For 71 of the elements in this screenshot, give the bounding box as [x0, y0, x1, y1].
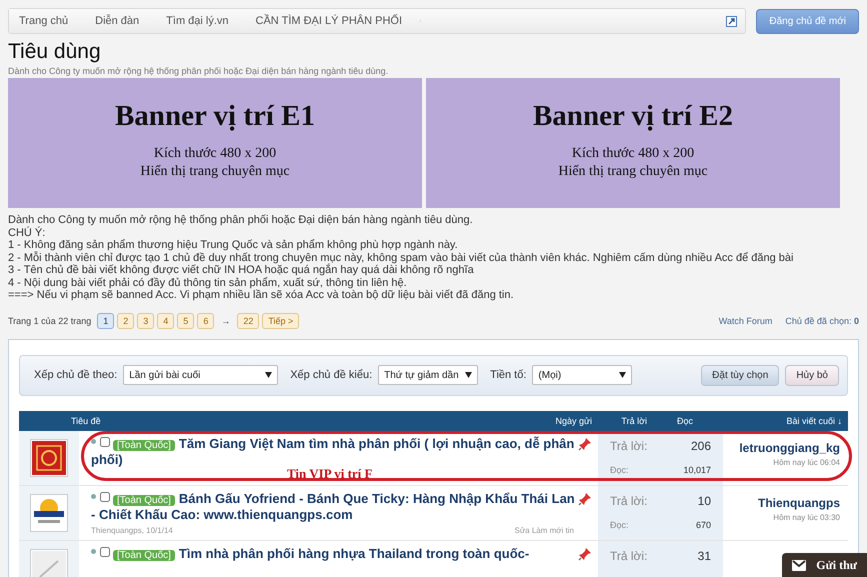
filter-label: Xếp chủ đề kiểu: [290, 369, 372, 381]
page-link[interactable]: 1 [97, 312, 114, 328]
logo-icon [30, 438, 68, 476]
send-mail-button[interactable]: Gửi thư [782, 553, 867, 577]
page-link[interactable]: 6 [197, 312, 214, 328]
logo-icon [30, 494, 68, 532]
replies-label: Trả lời: [610, 438, 648, 452]
filter-dropdown[interactable]: (Mọi) [532, 365, 632, 385]
column-header[interactable]: Tiêu đề [71, 416, 538, 426]
filter-dropdown[interactable]: Thứ tự giảm dần [378, 365, 478, 385]
page-link[interactable]: 2 [117, 312, 134, 328]
rule-text: 3 - Tên chủ đề bài viết không được viết chữ IN HOA hoặc quá ngắn hay quá dài không rõ nghĩa [8, 264, 475, 276]
external-link-icon[interactable] [726, 16, 738, 26]
last-poster-link[interactable]: Thienquangps [723, 496, 840, 510]
pin-icon [578, 546, 592, 560]
replies-label: Trả lời: [610, 548, 648, 562]
thread-title-link[interactable]: [Toàn Quốc] Tìm nhà phân phối hàng nhựa Thailand trong toàn quốc- [91, 546, 578, 562]
filter-label: Xếp chủ đề theo: [34, 369, 118, 381]
replies-count: 10 [696, 494, 711, 508]
dropdown-arrow-icon [619, 372, 626, 378]
pin-icon [578, 436, 592, 450]
page-link[interactable]: Tiếp > [262, 312, 300, 328]
replies-count: 206 [690, 438, 711, 452]
banner-text: Kích thước 480 x 200 Hiển thị trang chuyên mục [140, 145, 290, 181]
watch-forum-link[interactable]: Watch Forum [718, 316, 772, 326]
dropdown-arrow-icon [465, 372, 472, 378]
page-title: Tiêu dùng [8, 40, 102, 64]
page-gap: → [221, 316, 230, 326]
mail-icon [792, 560, 806, 570]
rule-text: Dành cho Công ty muốn mở rộng hệ thống phân phối hoặc Đại diện bán hàng ngành tiêu dùng. [8, 214, 474, 226]
apply-button[interactable]: Đặt tùy chọn [701, 364, 780, 386]
rule-text: 4 - Nội dung bài viết phải có đầy đủ thông tin sản phẩm, xuất sứ, thông tin liên hệ. [8, 276, 408, 289]
page-count: Trang 1 của 22 trang [8, 316, 92, 326]
column-header[interactable]: Trả lời [598, 416, 653, 426]
column-header[interactable]: Ngày gửi [538, 416, 598, 426]
rule-text: ===> Nếu vi phạm sẽ banned Acc. Vi phạm nhiều lần sẽ xóa Acc và toàn bộ dữ liệu bài viết đã đăng tin. [8, 289, 515, 302]
banner-heading: Banner vị trí E2 [532, 100, 734, 133]
pin-icon [578, 492, 592, 506]
page-link[interactable]: 4 [157, 312, 174, 328]
rule-text: CHÚ Ý: [8, 226, 46, 239]
filter-dropdown[interactable]: Lần gửi bài cuối [123, 365, 278, 385]
views-label: Đọc: [610, 464, 630, 474]
thread-meta: Thienquangps, 10/1/14 [91, 526, 173, 534]
dropdown-arrow-icon [265, 372, 272, 378]
thread-title-link[interactable]: [Toàn Quốc] Bánh Gấu Yofriend - Bánh Que Ticky: Hàng Nhập Khẩu Thái Lan - Chiết Khấu Cao: www.thienquangps.com [91, 490, 578, 522]
selected-count: Chủ đề đã chọn: 0 [785, 316, 859, 326]
rule-text: 1 - Không đăng sản phẩm thương hiệu Trung Quốc và sản phẩm không phù hợp ngành này. [8, 239, 459, 252]
banner-heading: Banner vị trí E1 [114, 100, 316, 133]
replies-count: 31 [698, 548, 711, 562]
column-header[interactable]: Bài viết cuối ↓ [723, 416, 848, 426]
rule-text: 2 - Mỗi thành viên chỉ được tạo 1 chủ đề duy nhất trong chuyên mục này, không spam vào bài viết của thành viên khác. Nghiêm cấm dùng nhiều Acc để đăng bài [8, 252, 794, 264]
thread-title-link[interactable]: [Toàn Quốc] Tăm Giang Việt Nam tìm nhà phân phối ( lợi nhuận cao, dễ phân phối) [91, 436, 578, 468]
vip-label: Tin VIP vị trí F [287, 466, 372, 480]
forum-description: Dành cho Công ty muốn mở rộng hệ thống phân phối hoặc Đại diện bán hàng ngành tiêu dùng. [8, 66, 390, 76]
page-link[interactable]: 5 [177, 312, 194, 328]
thread-checkbox[interactable] [100, 492, 110, 502]
last-post-time: Hôm nay lúc 06:04 [772, 458, 840, 466]
views-count: 670 [696, 520, 711, 530]
views-count: 10,017 [683, 464, 711, 474]
last-post-time: Hôm nay lúc 03:30 [772, 512, 840, 522]
last-poster-link[interactable]: letruonggiang_kg [723, 440, 840, 454]
thread-checkbox[interactable] [100, 436, 110, 446]
filter-label: Tiền tố: [490, 369, 526, 381]
column-header[interactable]: Đọc [653, 416, 723, 426]
views-label: Đọc: [610, 520, 630, 530]
page-link[interactable]: 3 [137, 312, 154, 328]
thread-checkbox[interactable] [100, 546, 110, 556]
replies-label: Trả lời: [610, 494, 648, 508]
banner-text: Kích thước 480 x 200 Hiển thị trang chuyên mục [558, 145, 708, 181]
page-link[interactable]: 22 [237, 312, 260, 328]
cancel-button[interactable]: Hủy bỏ [785, 364, 839, 386]
